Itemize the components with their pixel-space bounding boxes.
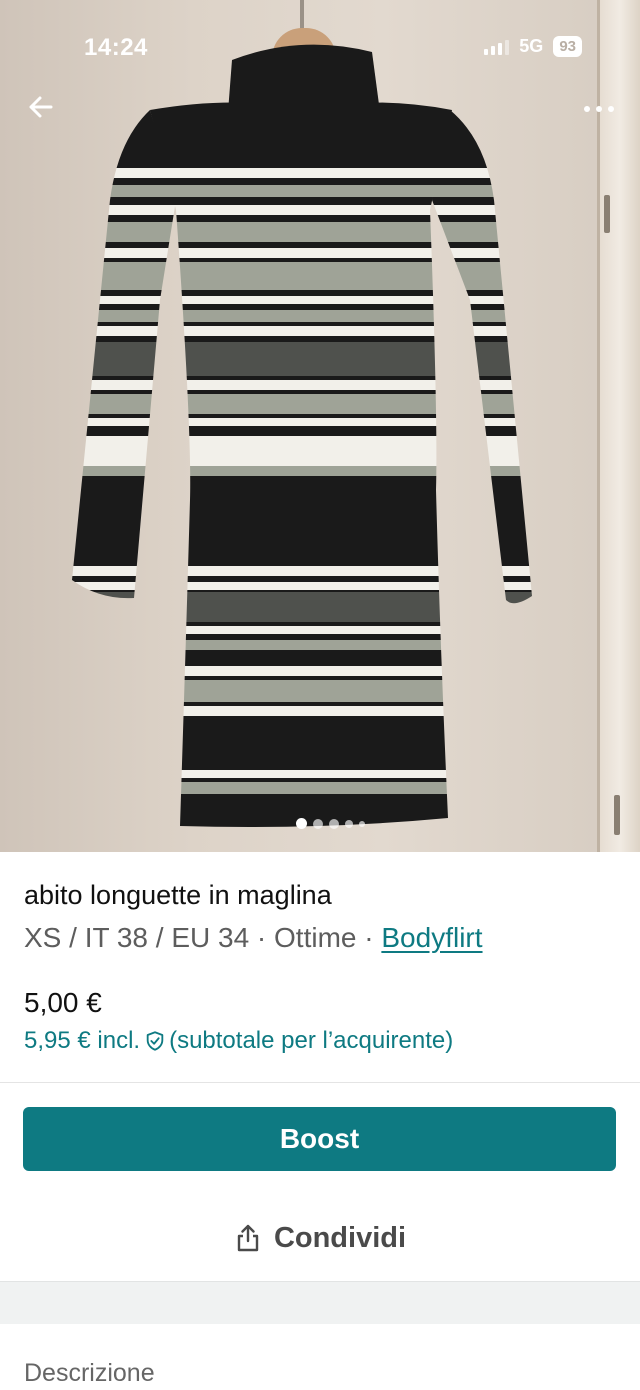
buyer-price-info[interactable]: 5,95 € incl. (subtotale per l’acquirente… bbox=[24, 1027, 453, 1055]
more-options-button[interactable] bbox=[582, 95, 618, 119]
more-horizontal-icon bbox=[584, 106, 614, 112]
battery-icon: 93 bbox=[553, 36, 582, 57]
price-incl: 5,95 € incl. bbox=[24, 1027, 141, 1054]
share-icon bbox=[237, 1224, 259, 1252]
item-title: abito longuette in maglina bbox=[24, 880, 332, 910]
signal-icon bbox=[484, 39, 510, 55]
dress-image bbox=[72, 44, 532, 827]
item-size-condition: XS / IT 38 / EU 34 · Ottime · bbox=[24, 922, 382, 953]
network-label: 5G bbox=[519, 36, 544, 56]
gallery-dot[interactable] bbox=[313, 818, 323, 829]
status-icons: 5G 93 bbox=[484, 36, 582, 57]
item-price: 5,00 € bbox=[24, 987, 102, 1018]
item-meta: XS / IT 38 / EU 34 · Ottime · Bodyflirt bbox=[24, 922, 483, 954]
boost-button[interactable]: Boost bbox=[23, 1107, 616, 1171]
gallery-dot[interactable] bbox=[345, 819, 353, 828]
gallery-dot[interactable] bbox=[329, 818, 339, 829]
divider bbox=[0, 1082, 640, 1083]
shield-check-icon bbox=[146, 1031, 164, 1051]
share-button[interactable]: Condividi bbox=[0, 1208, 640, 1268]
status-time: 14:24 bbox=[84, 34, 148, 61]
section-separator bbox=[0, 1281, 640, 1324]
back-button[interactable] bbox=[24, 90, 58, 124]
arrow-left-icon bbox=[29, 96, 53, 118]
gallery-indicator bbox=[296, 818, 365, 829]
description-heading: Descrizione bbox=[24, 1359, 155, 1387]
brand-link[interactable]: Bodyflirt bbox=[381, 922, 482, 953]
gallery-dot[interactable] bbox=[359, 820, 365, 827]
gallery-dot-active[interactable] bbox=[296, 818, 307, 829]
share-label: Condividi bbox=[273, 1221, 407, 1254]
price-incl-note: (subtotale per l’acquirente) bbox=[169, 1027, 454, 1054]
product-photo[interactable]: 14:24 5G 93 bbox=[0, 0, 640, 852]
